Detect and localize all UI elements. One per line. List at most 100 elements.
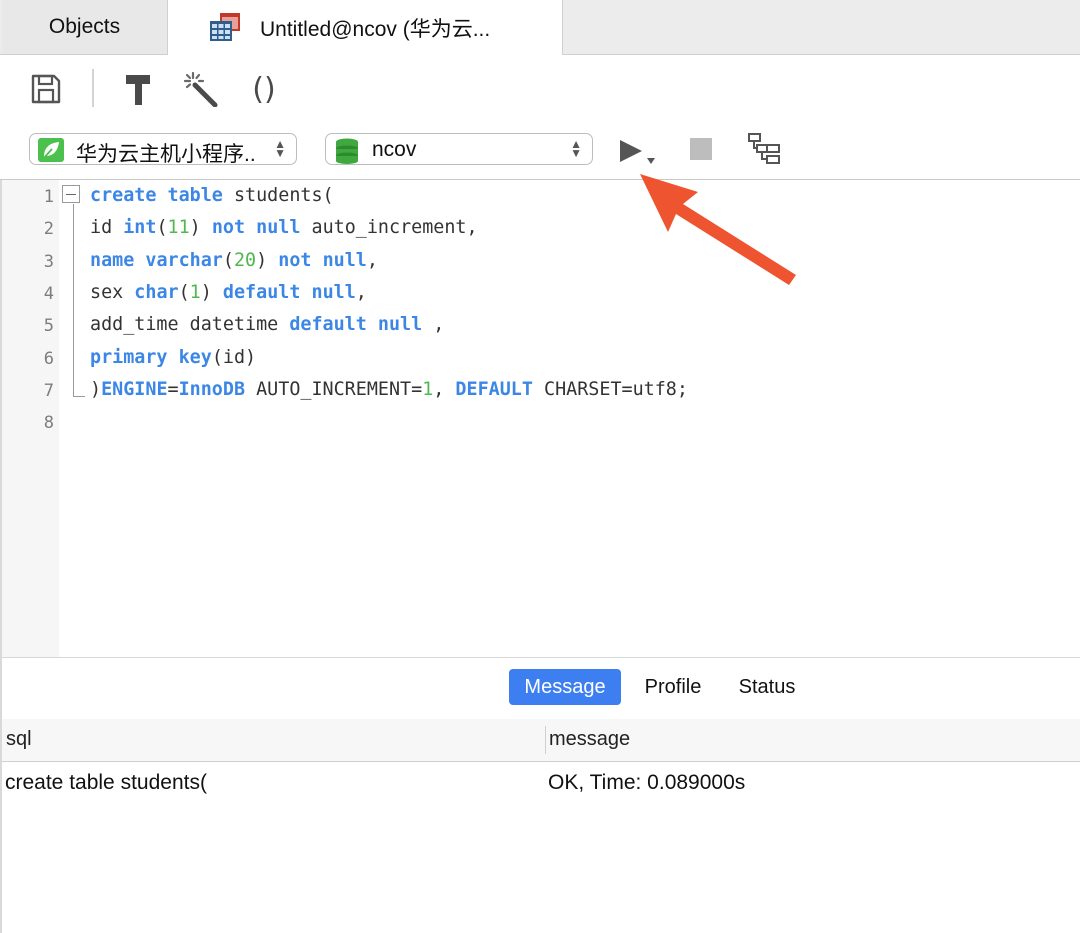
code-text: ) — [189, 217, 212, 239]
column-header-sql[interactable]: sql — [6, 728, 32, 751]
code-keyword: default — [289, 314, 367, 336]
code-text: ( — [222, 249, 234, 271]
query-table-icon — [210, 13, 240, 41]
code-keyword: default — [222, 281, 301, 303]
code-keyword: table — [167, 185, 223, 206]
code-text: students( — [222, 185, 334, 206]
fold-guide-end — [73, 396, 85, 397]
code-line: sex char(1) default null, — [90, 282, 367, 303]
code-keyword: not — [278, 249, 312, 271]
code-keyword: InnoDB — [178, 378, 246, 400]
tab-query-label: Untitled@ncov (华为云... — [260, 17, 491, 41]
code-text: auto_increment, — [300, 217, 478, 239]
code-line: name varchar(20) not null, — [90, 250, 378, 271]
line-number: 7 — [43, 380, 54, 401]
code-text: , — [355, 281, 367, 303]
column-header-message[interactable]: message — [549, 728, 630, 751]
database-icon — [336, 138, 358, 164]
cell-sql: create table students( — [5, 771, 207, 794]
line-number: 4 — [43, 283, 54, 304]
code-keyword: null — [377, 314, 423, 336]
line-number: 8 — [43, 413, 54, 434]
database-select-value: ncov — [372, 138, 417, 161]
tab-status[interactable]: Status — [728, 669, 806, 705]
stop-button[interactable] — [690, 138, 712, 160]
result-tab-bar: Message Profile Status — [2, 657, 1080, 720]
database-select[interactable]: ncov ▲ ▼ — [325, 133, 593, 165]
annotation-arrow-icon — [640, 174, 796, 285]
tab-profile-label: Profile — [644, 675, 702, 698]
tab-message-label: Message — [524, 675, 606, 698]
code-keyword: create — [90, 185, 157, 206]
code-keyword: null — [322, 249, 367, 271]
code-text: ) — [90, 378, 102, 400]
fold-toggle-icon[interactable] — [62, 185, 80, 203]
code-line: )ENGINE=InnoDB AUTO_INCREMENT=1, DEFAULT… — [90, 379, 688, 400]
code-text: id — [90, 217, 124, 239]
run-button[interactable] — [616, 136, 660, 166]
code-number: 11 — [167, 217, 190, 239]
column-separator[interactable] — [545, 726, 546, 754]
line-number: 5 — [43, 316, 54, 337]
code-text: CHARSET=utf8; — [532, 378, 688, 400]
code-keyword: ENGINE — [101, 378, 168, 400]
code-text: ( — [178, 281, 190, 303]
result-grid-header: sql message — [2, 719, 1080, 762]
code-keyword: DEFAULT — [455, 378, 533, 400]
code-line: create table students( — [90, 185, 334, 206]
hammer-icon — [126, 75, 150, 105]
toolbar-separator — [92, 69, 94, 107]
magic-wand-icon — [183, 71, 218, 107]
code-text: , — [433, 378, 456, 400]
code-text: , — [422, 314, 445, 336]
code-keyword: char — [134, 281, 179, 303]
fold-guide — [73, 204, 74, 397]
code-line: id int(11) not null auto_increment, — [90, 217, 478, 238]
sql-editor[interactable]: 12345678 create table students(id int(11… — [2, 180, 1080, 657]
tab-profile[interactable]: Profile — [633, 669, 713, 705]
code-keyword: null — [256, 217, 301, 239]
beautify-button[interactable] — [183, 71, 219, 107]
code-text: (id) — [211, 346, 257, 368]
code-keyword: key — [178, 346, 212, 368]
line-number: 2 — [43, 219, 54, 240]
code-number: 20 — [233, 249, 257, 271]
parentheses-icon: () — [252, 71, 276, 107]
code-line: primary key(id) — [90, 347, 256, 368]
connection-leaf-icon — [38, 138, 64, 162]
code-text: , — [366, 249, 378, 271]
parentheses-button[interactable]: () — [246, 71, 282, 107]
code-keyword: name — [90, 249, 135, 271]
line-number: 1 — [43, 187, 54, 207]
code-number: 1 — [422, 378, 434, 400]
code-text: = — [167, 378, 179, 400]
tab-objects[interactable]: Objects — [2, 0, 168, 54]
code-keyword: varchar — [145, 249, 223, 271]
code-keyword: primary — [90, 346, 168, 368]
code-keyword: int — [123, 217, 157, 239]
explain-button[interactable] — [746, 131, 782, 167]
code-text: sex — [90, 281, 135, 303]
line-number: 3 — [43, 251, 54, 272]
tab-query-untitled[interactable]: Untitled@ncov (华为云... — [168, 0, 563, 55]
connection-bar: 华为云主机小程序.. ▲ ▼ ncov ▲ ▼ — [0, 123, 1080, 180]
cell-message: OK, Time: 0.089000s — [548, 771, 746, 794]
tab-message[interactable]: Message — [509, 669, 621, 705]
editor-toolbar: () — [0, 55, 1080, 123]
build-button[interactable] — [120, 71, 156, 107]
select-arrows-icon: ▲ ▼ — [570, 137, 582, 160]
table-row[interactable]: create table students( OK, Time: 0.08900… — [2, 762, 1080, 806]
line-number: 6 — [43, 348, 54, 369]
code-text: ( — [156, 217, 168, 239]
tab-objects-label: Objects — [48, 15, 121, 38]
line-number-gutter: 1 2 3 4 5 6 7 8 — [2, 180, 59, 657]
save-button[interactable] — [28, 71, 64, 107]
connection-select[interactable]: 华为云主机小程序.. ▲ ▼ — [29, 133, 297, 166]
connection-select-value: 华为云主机小程序.. — [76, 143, 256, 166]
